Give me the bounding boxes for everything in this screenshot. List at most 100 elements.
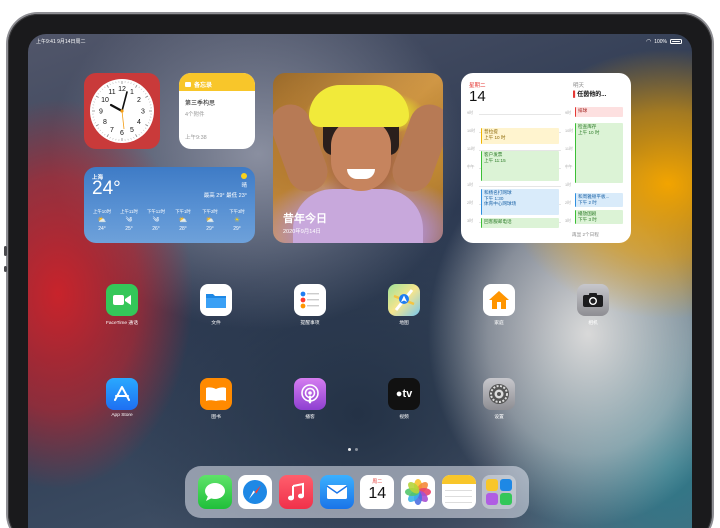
weather-hour: 下午1时 ⛅ 28° (171, 209, 195, 232)
app-books[interactable]: 图书 (186, 378, 246, 420)
reminders-icon (294, 284, 326, 316)
clock-tick (143, 129, 145, 132)
clock-tick (145, 95, 149, 98)
page-dot[interactable] (355, 448, 358, 451)
app-settings[interactable]: 设置 (469, 378, 529, 420)
clock-tick (135, 134, 138, 138)
clock-face: 12 1 2 3 4 5 6 7 8 9 10 11 (90, 79, 154, 143)
clock-numeral: 11 (108, 89, 115, 96)
hour-label: 3时 (467, 219, 473, 223)
clock-tick (144, 127, 147, 129)
weather-hour: 上午11时 ༄ 25° (117, 209, 141, 232)
app-files[interactable]: 文件 (186, 284, 246, 326)
clock-tick (99, 90, 101, 93)
status-time-date: 上午9:41 9月14日周二 (36, 39, 86, 45)
app-label: 视频 (399, 415, 409, 420)
clock-numeral: 4 (137, 119, 141, 126)
app-facetime[interactable]: FaceTime 通话 (92, 284, 152, 326)
clock-numeral: 10 (101, 97, 109, 104)
clock-numeral: 3 (141, 109, 145, 116)
status-right: ◠ 100% (646, 38, 682, 45)
volume-button (4, 246, 7, 256)
calendar-event[interactable]: 和杨名打网球 下午 1:30 体育中心网球场 (481, 189, 559, 215)
sun-icon (241, 173, 247, 179)
clock-numeral: 1 (130, 89, 134, 96)
app-app-store[interactable]: App Store (92, 378, 152, 418)
hour-label: 11时 (467, 147, 475, 151)
clock-tick (106, 84, 109, 88)
app-store-icon (106, 378, 138, 410)
page-dot-current[interactable] (348, 448, 351, 451)
note-time: 上午9:38 (185, 135, 207, 141)
podcasts-icon (294, 378, 326, 410)
calendar-event[interactable]: 播放国剧 下午 3 时 (575, 210, 623, 224)
photos-flower-icon (404, 479, 431, 505)
clock-tick (147, 98, 150, 100)
dock-app-library[interactable] (482, 475, 517, 509)
app-podcasts[interactable]: 播客 (280, 378, 340, 420)
wifi-icon: ◠ (645, 39, 652, 45)
dock-messages[interactable] (197, 475, 232, 509)
photos-widget[interactable]: 昔年今日 2020年9月14日 (273, 73, 443, 243)
dock-mail[interactable] (319, 475, 354, 509)
dock-photos[interactable] (400, 475, 435, 509)
clock-tick (145, 124, 149, 127)
clock-tick (94, 122, 97, 124)
clock-tick (140, 132, 143, 134)
notes-header: 备忘录 (179, 73, 255, 91)
hour-label: 中午 (565, 165, 573, 169)
dock-notes[interactable] (441, 475, 476, 509)
page-indicator[interactable] (348, 448, 358, 451)
calendar-tomorrow: 明天 ▌任茵他的... (573, 81, 606, 98)
app-label: 播客 (305, 415, 315, 420)
clock-tick (95, 95, 99, 98)
app-label: 家庭 (494, 321, 504, 326)
calendar-event[interactable]: 客户发票 上午 11:15 (481, 151, 559, 181)
weather-widget[interactable]: 上海 24° 晴 最高 29° 最低 23° 上午10时 ⛅ 24° 上午11时… (84, 167, 255, 243)
calendar-event[interactable]: 普拉提 上午 10 时 (481, 128, 559, 144)
app-reminders[interactable]: 提醒事项 (280, 284, 340, 326)
note-title: 第三季构思 (185, 101, 216, 107)
hour-label: 1时 (467, 183, 473, 187)
apple-tv-icon: ●tv (388, 378, 420, 410)
second-hand (121, 110, 125, 130)
app-label: App Store (111, 413, 133, 418)
dock-music[interactable] (278, 475, 313, 509)
app-home[interactable]: 家庭 (469, 284, 529, 326)
hour-label: 9时 (565, 111, 571, 115)
status-bar: 上午9:41 9月14日周二 ◠ 100% (36, 38, 682, 48)
clock-numeral: 8 (103, 119, 107, 126)
photo-caption: 昔年今日 2020年9月14日 (283, 210, 327, 235)
dock-calendar[interactable]: 周二 14 (360, 475, 395, 509)
maps-icon (388, 284, 420, 316)
calendar-event[interactable]: 排球 (575, 107, 623, 117)
battery-percent: 100% (654, 38, 667, 45)
calendar-event[interactable]: 检查库存 上午 10 时 (575, 123, 623, 183)
app-library-icon (486, 479, 499, 491)
calendar-event[interactable]: 回客服邮电话 (481, 218, 559, 228)
app-label: 文件 (211, 321, 221, 326)
calendar-widget[interactable]: 星期二 14 明天 ▌任茵他的... 9时 10时 11时 中午 1时 2时 3… (461, 73, 631, 243)
calendar-event[interactable]: 和周雅顿平板... 下午 2 时 (575, 193, 623, 207)
hour-label: 9时 (467, 111, 473, 115)
app-apple-tv[interactable]: ●tv 视频 (374, 378, 434, 420)
calendar-tomorrow-label: 明天 (573, 83, 585, 89)
clock-numeral: 5 (130, 127, 134, 134)
clock-numeral: 7 (110, 127, 114, 134)
app-camera[interactable]: 相机 (563, 284, 623, 326)
clock-dial: 12 1 2 3 4 5 6 7 8 9 10 11 (92, 81, 152, 141)
clock-tick (135, 84, 138, 88)
notes-widget[interactable]: 备忘录 第三季构思 4个附件 上午9:38 (179, 73, 255, 149)
calendar-today: 星期二 14 (469, 81, 486, 104)
wind-icon: ༄ (152, 217, 160, 224)
calendar-more: 再显 2个日程 (572, 232, 599, 237)
photo-title: 昔年今日 (283, 213, 327, 225)
hour-label: 2时 (467, 201, 473, 205)
hour-label: 10时 (467, 129, 476, 133)
app-label: 图书 (211, 415, 221, 420)
clock-widget[interactable]: 12 1 2 3 4 5 6 7 8 9 10 11 (84, 73, 160, 149)
dock-safari[interactable] (238, 475, 273, 509)
app-maps[interactable]: 地图 (374, 284, 434, 326)
weather-hi-lo: 最高 29° 最低 23° (203, 193, 247, 199)
music-note-icon (287, 482, 304, 501)
